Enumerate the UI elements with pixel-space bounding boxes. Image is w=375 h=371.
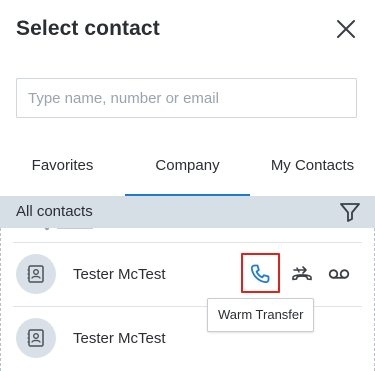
contact-tabs: Favorites Company My Contacts bbox=[0, 146, 375, 196]
filter-icon bbox=[340, 203, 360, 222]
contact-row[interactable]: Tester McTest bbox=[1, 242, 374, 308]
close-button[interactable] bbox=[333, 16, 359, 42]
dialog-title: Select contact bbox=[16, 17, 160, 40]
voicemail-button[interactable] bbox=[325, 260, 353, 288]
select-contact-dialog: Select contact Favorites Company My Cont… bbox=[0, 0, 375, 371]
tab-favorites[interactable]: Favorites bbox=[0, 146, 125, 196]
row-divider bbox=[13, 242, 362, 243]
contact-name: Tester McTest bbox=[73, 330, 166, 347]
warm-transfer-button[interactable] bbox=[288, 260, 316, 288]
contact-avatar bbox=[16, 318, 56, 358]
phone-icon bbox=[250, 264, 270, 284]
search-input[interactable] bbox=[16, 78, 357, 118]
call-button[interactable] bbox=[246, 260, 274, 288]
close-icon bbox=[337, 20, 355, 38]
tab-my-contacts[interactable]: My Contacts bbox=[250, 146, 375, 196]
transfer-icon bbox=[292, 266, 312, 281]
contact-row[interactable]: Tester McTest bbox=[1, 306, 374, 371]
contact-name: Tester McTest bbox=[73, 266, 166, 283]
contact-list[interactable]: Tester McTest Tester McTest bbox=[0, 228, 375, 371]
warm-transfer-tooltip: Warm Transfer bbox=[207, 298, 315, 332]
section-header: All contacts bbox=[0, 196, 375, 228]
contact-card-icon bbox=[27, 329, 44, 347]
tab-company[interactable]: Company bbox=[125, 146, 250, 196]
voicemail-icon bbox=[328, 269, 350, 279]
contact-avatar bbox=[16, 254, 56, 294]
scrolled-row-fragment bbox=[44, 228, 93, 231]
filter-button[interactable] bbox=[338, 200, 362, 224]
section-label: All contacts bbox=[16, 203, 93, 220]
contact-card-icon bbox=[27, 265, 44, 283]
